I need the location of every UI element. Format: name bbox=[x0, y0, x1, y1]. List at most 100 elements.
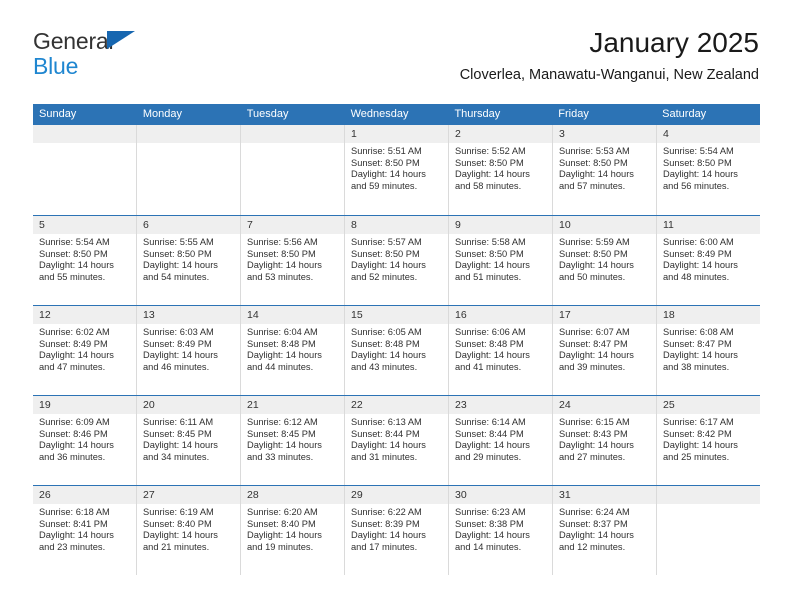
day-sun-info: Sunrise: 5:52 AM Sunset: 8:50 PM Daylight:… bbox=[449, 143, 552, 192]
sunrise-text: Sunrise: 6:03 AM bbox=[143, 327, 214, 337]
calendar-day-cell-empty bbox=[33, 125, 136, 215]
daylight-text-line2: and 27 minutes. bbox=[559, 451, 626, 462]
daylight-text-line1: Daylight: 14 hours bbox=[39, 350, 114, 361]
calendar-day-cell[interactable]: 31 Sunrise: 6:24 AM Sunset: 8:37 PM Dayligh… bbox=[552, 486, 656, 575]
sunrise-text: Sunrise: 6:24 AM bbox=[559, 507, 630, 517]
sunrise-text: Sunrise: 6:13 AM bbox=[351, 417, 422, 427]
calendar-week-row: 1 Sunrise: 5:51 AM Sunset: 8:50 PM Daylight… bbox=[33, 125, 760, 215]
day-number: 28 bbox=[241, 486, 344, 504]
sunset-text: Sunset: 8:48 PM bbox=[455, 338, 524, 349]
calendar-day-cell[interactable]: 19 Sunrise: 6:09 AM Sunset: 8:46 PM Dayligh… bbox=[33, 396, 136, 485]
day-number bbox=[241, 125, 344, 143]
generalblue-logo[interactable]: General Blue bbox=[33, 30, 135, 78]
calendar-day-cell[interactable]: 6 Sunrise: 5:55 AM Sunset: 8:50 PM Daylight… bbox=[136, 216, 240, 305]
calendar-day-cell[interactable]: 8 Sunrise: 5:57 AM Sunset: 8:50 PM Daylight… bbox=[344, 216, 448, 305]
daylight-text-line2: and 36 minutes. bbox=[39, 451, 106, 462]
day-number: 21 bbox=[241, 396, 344, 414]
calendar-day-cell[interactable]: 28 Sunrise: 6:20 AM Sunset: 8:40 PM Dayligh… bbox=[240, 486, 344, 575]
daylight-text-line1: Daylight: 14 hours bbox=[455, 530, 530, 541]
calendar-day-cell[interactable]: 14 Sunrise: 6:04 AM Sunset: 8:48 PM Dayligh… bbox=[240, 306, 344, 395]
sunrise-text: Sunrise: 6:09 AM bbox=[39, 417, 110, 427]
calendar-day-cell[interactable]: 9 Sunrise: 5:58 AM Sunset: 8:50 PM Daylight… bbox=[448, 216, 552, 305]
sunset-text: Sunset: 8:49 PM bbox=[663, 248, 732, 259]
day-sun-info: Sunrise: 6:06 AM Sunset: 8:48 PM Daylight:… bbox=[449, 324, 552, 373]
calendar-day-cell[interactable]: 26 Sunrise: 6:18 AM Sunset: 8:41 PM Dayligh… bbox=[33, 486, 136, 575]
calendar-day-cell[interactable]: 5 Sunrise: 5:54 AM Sunset: 8:50 PM Daylight… bbox=[33, 216, 136, 305]
daylight-text-line1: Daylight: 14 hours bbox=[143, 530, 218, 541]
calendar-day-cell[interactable]: 17 Sunrise: 6:07 AM Sunset: 8:47 PM Dayligh… bbox=[552, 306, 656, 395]
logo-triangle-icon bbox=[107, 31, 135, 49]
calendar-day-cell[interactable]: 29 Sunrise: 6:22 AM Sunset: 8:39 PM Dayligh… bbox=[344, 486, 448, 575]
daylight-text-line2: and 52 minutes. bbox=[351, 271, 418, 282]
sunset-text: Sunset: 8:50 PM bbox=[455, 157, 524, 168]
weekday-header-monday: Monday bbox=[142, 108, 182, 120]
calendar-day-cell[interactable]: 1 Sunrise: 5:51 AM Sunset: 8:50 PM Daylight… bbox=[344, 125, 448, 215]
sunrise-text: Sunrise: 6:00 AM bbox=[663, 237, 734, 247]
day-sun-info: Sunrise: 5:54 AM Sunset: 8:50 PM Daylight:… bbox=[657, 143, 760, 192]
calendar-day-cell[interactable]: 2 Sunrise: 5:52 AM Sunset: 8:50 PM Daylight… bbox=[448, 125, 552, 215]
daylight-text-line2: and 17 minutes. bbox=[351, 541, 418, 552]
calendar-day-cell[interactable]: 16 Sunrise: 6:06 AM Sunset: 8:48 PM Dayligh… bbox=[448, 306, 552, 395]
sunset-text: Sunset: 8:47 PM bbox=[559, 338, 628, 349]
day-sun-info: Sunrise: 6:00 AM Sunset: 8:49 PM Daylight:… bbox=[657, 234, 760, 283]
day-sun-info: Sunrise: 5:53 AM Sunset: 8:50 PM Daylight:… bbox=[553, 143, 656, 192]
calendar-day-cell[interactable]: 23 Sunrise: 6:14 AM Sunset: 8:44 PM Dayligh… bbox=[448, 396, 552, 485]
calendar-day-cell[interactable]: 20 Sunrise: 6:11 AM Sunset: 8:45 PM Dayligh… bbox=[136, 396, 240, 485]
calendar-day-cell[interactable]: 21 Sunrise: 6:12 AM Sunset: 8:45 PM Dayligh… bbox=[240, 396, 344, 485]
day-number bbox=[137, 125, 240, 143]
calendar-day-cell[interactable]: 25 Sunrise: 6:17 AM Sunset: 8:42 PM Dayligh… bbox=[656, 396, 760, 485]
calendar-day-cell[interactable]: 30 Sunrise: 6:23 AM Sunset: 8:38 PM Dayligh… bbox=[448, 486, 552, 575]
calendar-day-cell[interactable]: 4 Sunrise: 5:54 AM Sunset: 8:50 PM Daylight… bbox=[656, 125, 760, 215]
calendar-day-cell[interactable]: 24 Sunrise: 6:15 AM Sunset: 8:43 PM Dayligh… bbox=[552, 396, 656, 485]
sunrise-text: Sunrise: 5:58 AM bbox=[455, 237, 526, 247]
day-sun-info: Sunrise: 6:12 AM Sunset: 8:45 PM Daylight:… bbox=[241, 414, 344, 463]
sunset-text: Sunset: 8:38 PM bbox=[455, 518, 524, 529]
calendar-day-cell[interactable]: 3 Sunrise: 5:53 AM Sunset: 8:50 PM Daylight… bbox=[552, 125, 656, 215]
calendar-day-cell[interactable]: 15 Sunrise: 6:05 AM Sunset: 8:48 PM Dayligh… bbox=[344, 306, 448, 395]
sunset-text: Sunset: 8:49 PM bbox=[143, 338, 212, 349]
calendar-day-cell[interactable]: 13 Sunrise: 6:03 AM Sunset: 8:49 PM Dayligh… bbox=[136, 306, 240, 395]
day-sun-info: Sunrise: 5:54 AM Sunset: 8:50 PM Daylight:… bbox=[33, 234, 136, 283]
page-title: January 2025 bbox=[589, 27, 759, 58]
title-block: January 2025 Cloverlea, Manawatu-Wanganu… bbox=[460, 27, 759, 84]
daylight-text-line1: Daylight: 14 hours bbox=[39, 440, 114, 451]
calendar-day-cell[interactable]: 10 Sunrise: 5:59 AM Sunset: 8:50 PM Dayligh… bbox=[552, 216, 656, 305]
daylight-text-line2: and 23 minutes. bbox=[39, 541, 106, 552]
sunset-text: Sunset: 8:50 PM bbox=[39, 248, 108, 259]
calendar-day-cell[interactable]: 18 Sunrise: 6:08 AM Sunset: 8:47 PM Dayligh… bbox=[656, 306, 760, 395]
weekday-header-friday: Friday bbox=[558, 108, 589, 120]
daylight-text-line2: and 59 minutes. bbox=[351, 180, 418, 191]
sunrise-text: Sunrise: 5:55 AM bbox=[143, 237, 214, 247]
sunset-text: Sunset: 8:48 PM bbox=[247, 338, 316, 349]
day-sun-info: Sunrise: 6:15 AM Sunset: 8:43 PM Daylight:… bbox=[553, 414, 656, 463]
sunrise-text: Sunrise: 5:54 AM bbox=[663, 146, 734, 156]
sunrise-text: Sunrise: 5:51 AM bbox=[351, 146, 422, 156]
day-sun-info: Sunrise: 5:58 AM Sunset: 8:50 PM Daylight:… bbox=[449, 234, 552, 283]
day-sun-info: Sunrise: 6:09 AM Sunset: 8:46 PM Daylight:… bbox=[33, 414, 136, 463]
daylight-text-line1: Daylight: 14 hours bbox=[663, 350, 738, 361]
sunset-text: Sunset: 8:45 PM bbox=[247, 428, 316, 439]
sunrise-text: Sunrise: 6:08 AM bbox=[663, 327, 734, 337]
calendar-day-cell[interactable]: 12 Sunrise: 6:02 AM Sunset: 8:49 PM Dayligh… bbox=[33, 306, 136, 395]
day-sun-info: Sunrise: 6:07 AM Sunset: 8:47 PM Daylight:… bbox=[553, 324, 656, 373]
calendar-day-cell[interactable]: 27 Sunrise: 6:19 AM Sunset: 8:40 PM Dayligh… bbox=[136, 486, 240, 575]
day-sun-info: Sunrise: 5:56 AM Sunset: 8:50 PM Daylight:… bbox=[241, 234, 344, 283]
calendar-day-cell[interactable]: 11 Sunrise: 6:00 AM Sunset: 8:49 PM Dayligh… bbox=[656, 216, 760, 305]
calendar-day-cell[interactable]: 7 Sunrise: 5:56 AM Sunset: 8:50 PM Daylight… bbox=[240, 216, 344, 305]
day-number: 3 bbox=[553, 125, 656, 143]
day-number: 13 bbox=[137, 306, 240, 324]
day-sun-info: Sunrise: 5:55 AM Sunset: 8:50 PM Daylight:… bbox=[137, 234, 240, 283]
sunrise-text: Sunrise: 6:02 AM bbox=[39, 327, 110, 337]
daylight-text-line1: Daylight: 14 hours bbox=[559, 260, 634, 271]
day-sun-info: Sunrise: 6:14 AM Sunset: 8:44 PM Daylight:… bbox=[449, 414, 552, 463]
daylight-text-line1: Daylight: 14 hours bbox=[455, 260, 530, 271]
day-number: 9 bbox=[449, 216, 552, 234]
sunrise-text: Sunrise: 6:04 AM bbox=[247, 327, 318, 337]
daylight-text-line2: and 25 minutes. bbox=[663, 451, 730, 462]
calendar-day-cell[interactable]: 22 Sunrise: 6:13 AM Sunset: 8:44 PM Dayligh… bbox=[344, 396, 448, 485]
day-number: 11 bbox=[657, 216, 760, 234]
weekday-header-tuesday: Tuesday bbox=[246, 108, 289, 120]
daylight-text-line1: Daylight: 14 hours bbox=[559, 350, 634, 361]
sunrise-text: Sunrise: 5:56 AM bbox=[247, 237, 318, 247]
sunrise-text: Sunrise: 5:59 AM bbox=[559, 237, 630, 247]
